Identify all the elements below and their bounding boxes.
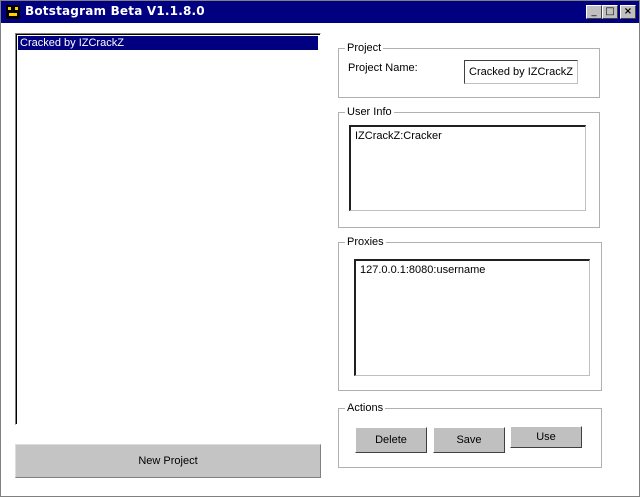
proxies-textarea[interactable]: 127.0.0.1:8080:username [354,259,590,376]
project-legend: Project [345,41,384,55]
delete-button[interactable]: Delete [355,427,427,453]
user-info-textarea[interactable]: IZCrackZ:Cracker [349,125,586,211]
user-info-group: User Info IZCrackZ:Cracker [338,105,600,228]
proxies-group: Proxies 127.0.0.1:8080:username [338,235,602,391]
use-button[interactable]: Use [510,426,582,448]
project-name-input[interactable]: Cracked by IZCrackZ [464,60,578,84]
window-title: Botstagram Beta V1.1.8.0 [25,4,205,18]
proxies-legend: Proxies [345,235,386,249]
actions-legend: Actions [345,401,386,415]
close-button[interactable]: × [620,5,636,19]
project-group: Project Project Name: Cracked by IZCrack… [338,41,600,98]
new-project-button[interactable]: New Project [15,444,321,478]
user-info-legend: User Info [345,105,394,119]
app-icon [6,5,20,19]
maximize-button[interactable]: □ [602,5,618,19]
main-window: Botstagram Beta V1.1.8.0 _ □ × Cracked b… [0,0,640,497]
title-bar[interactable]: Botstagram Beta V1.1.8.0 _ □ × [1,1,639,23]
list-item[interactable]: Cracked by IZCrackZ [18,36,318,50]
projects-list[interactable]: Cracked by IZCrackZ [15,33,321,425]
minimize-button[interactable]: _ [586,5,602,19]
project-name-label: Project Name: [348,62,418,74]
save-button[interactable]: Save [433,427,505,453]
actions-group: Actions Delete Save Use [338,401,602,468]
